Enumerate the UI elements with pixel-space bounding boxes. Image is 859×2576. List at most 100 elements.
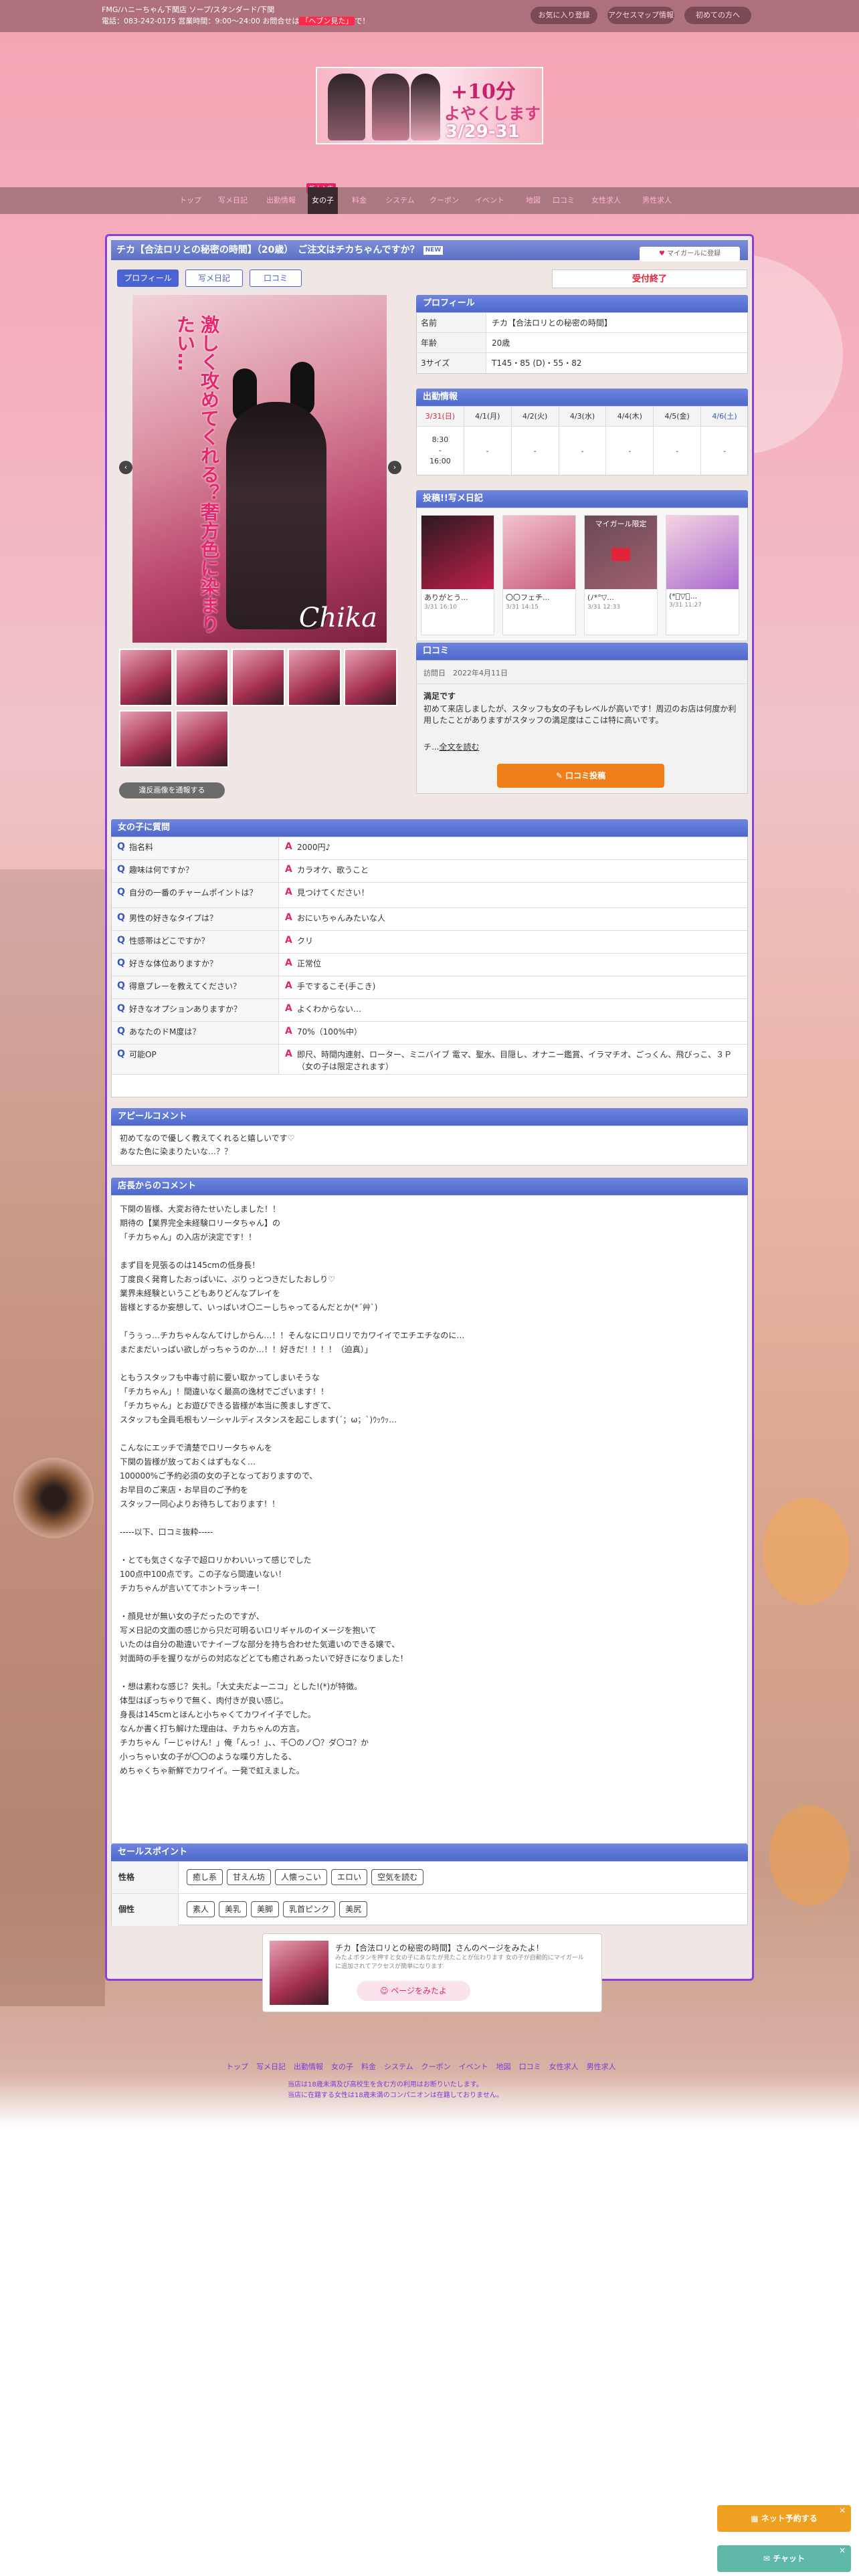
profile-row: 年齢 20歳 <box>417 333 747 353</box>
footer-nav-item[interactable]: クーポン <box>421 2062 451 2071</box>
footer-nav-item[interactable]: システム <box>384 2062 413 2071</box>
add-mygirl-button[interactable]: ♥ マイガールに登録 <box>640 247 740 261</box>
photo-thumbnail[interactable] <box>119 710 173 768</box>
qa-question-text: 男性の好きなタイプは？ <box>129 914 218 923</box>
footer-nav-item[interactable]: 料金 <box>361 2062 376 2071</box>
footer-nav-item[interactable]: 女性求人 <box>549 2062 579 2071</box>
photo-prev-arrow[interactable]: ‹ <box>119 461 132 474</box>
tab-profile[interactable]: プロフィール <box>117 270 179 287</box>
nav-item-price[interactable]: 料金 <box>352 187 367 214</box>
background-balloon-decoration <box>763 1498 850 1605</box>
footer-nav-item[interactable]: 写メ日記 <box>256 2062 286 2071</box>
tab-review[interactable]: 口コミ <box>250 270 302 287</box>
nav-item-map[interactable]: 地図 <box>526 187 541 214</box>
diary-post[interactable]: ありがとう... 3/31 16:10 <box>421 515 494 635</box>
top-info-bar: FMG/ハニーちゃん下関店 ソープ/スタンダード/下関 電話：083-242-0… <box>0 0 859 32</box>
sales-chip: 人懐っこい <box>275 1869 328 1885</box>
report-image-button[interactable]: 違反画像を通報する <box>119 782 225 798</box>
mygirl-limited-label: マイガール限定 <box>595 520 647 528</box>
favorite-button[interactable]: お気に入り登録 <box>531 7 597 24</box>
footer-notice-line: 当店に在籍する女性は18歳未満のコンパニオンは在籍しておりません。 <box>288 2092 503 2099</box>
net-reserve-button[interactable]: ▦ ネット予約する ✕ <box>717 2505 851 2532</box>
diary-post-title: (*ﾟ▽ﾟ... <box>669 592 697 601</box>
diary-post[interactable]: 〇〇フェチ... 3/31 14:15 <box>502 515 576 635</box>
qa-question-text: 好きな体位ありますか？ <box>129 959 218 968</box>
question-mark-icon: Q <box>117 841 125 852</box>
footer-nav-item[interactable]: イベント <box>459 2062 488 2071</box>
question-mark-icon: Q <box>117 935 125 946</box>
nav-item-female-recruit[interactable]: 女性求人 <box>591 187 621 214</box>
nav-item-girls[interactable]: 女の子 <box>308 187 338 214</box>
read-more-link[interactable]: 全文を読む <box>439 742 479 752</box>
nav-item-schedule[interactable]: 出勤情報 <box>266 187 296 214</box>
nav-item-event[interactable]: イベント <box>475 187 504 214</box>
photo-next-arrow[interactable]: › <box>388 461 401 474</box>
diary-post[interactable]: (*ﾟ▽ﾟ... 3/31 11:27 <box>666 515 739 635</box>
footer-nav-item[interactable]: 男性求人 <box>587 2062 616 2071</box>
access-map-button[interactable]: アクセスマップ情報 <box>607 7 674 24</box>
schedule-day: 4/5(金) <box>654 407 702 427</box>
shop-comment-line <box>120 1666 739 1680</box>
sales-chip: 乳首ピンク <box>283 1901 336 1917</box>
qa-question: Q 好きな体位ありますか？ <box>112 954 279 976</box>
question-mark-icon: Q <box>117 958 125 968</box>
diary-post[interactable]: マイガール限定 (ﾉ*°▽... 3/31 12:33 <box>584 515 658 635</box>
photo-thumbnail[interactable] <box>119 649 173 706</box>
photo-thumbnail[interactable] <box>231 649 285 706</box>
qa-answer: A クリ <box>280 931 749 947</box>
qa-question-text: 得意プレーを教えてください？ <box>129 982 242 991</box>
shop-comment-line: 対面時の手を握りながらの対応などとても癒されあったいで好きになりました！ <box>120 1654 408 1663</box>
nav-item-diary[interactable]: 写メ日記 <box>218 187 248 214</box>
qa-answer: A よくわからない… <box>280 999 749 1015</box>
shop-comment-line: 「チカちゃん」とお遊びできる皆様が本当に羨ましすぎて、 <box>120 1401 336 1410</box>
close-icon[interactable]: ✕ <box>839 2537 846 2564</box>
nav-item-review[interactable]: 口コミ <box>553 187 575 214</box>
shop-comment-line: 期待の【業界完全未経験ロリータちゃん】の <box>120 1218 281 1228</box>
sales-row: 個性 素人 美乳 美脚 乳首ピンク 美尻 <box>112 1894 747 1926</box>
photo-thumbnail[interactable] <box>344 649 397 706</box>
qa-answer-text: 手でするこそ(手こき) <box>297 982 376 991</box>
main-photo[interactable]: 激しく攻めてくれる？奢方色に染まりたい… Chika <box>132 295 387 643</box>
mitayo-box: チカ【合法ロリとの秘密の時間】さんのページをみたよ！ みたよボタンを押すと女の子… <box>262 1933 602 2012</box>
shop-comment-box: 下関の皆様、大変お待たせいたしました！！ 期待の【業界完全未経験ロリータちゃん】の… <box>111 1195 748 1844</box>
footer-nav-item[interactable]: 女の子 <box>331 2062 353 2071</box>
nav-item-top[interactable]: トップ <box>179 187 201 214</box>
answer-mark-icon: A <box>285 887 292 897</box>
nav-item-male-recruit[interactable]: 男性求人 <box>642 187 672 214</box>
qa-row: Q 趣味は何ですか？ A カラオケ、歌うこと <box>112 860 747 883</box>
diary-heading: 投稿!!写メ日記 <box>416 490 748 508</box>
first-time-button[interactable]: 初めての方へ <box>684 7 751 24</box>
calendar-icon: ▦ <box>751 2514 759 2523</box>
footer-nav-item[interactable]: 地図 <box>496 2062 511 2071</box>
visit-label: 訪問日 <box>423 669 446 677</box>
review-visit: 訪問日 2022年4月11日 <box>423 667 508 678</box>
shop-name-line: FMG/ハニーちゃん下関店 ソープ/スタンダード/下関 <box>102 5 275 14</box>
photo-thumbnail[interactable] <box>175 649 229 706</box>
footer-nav-item[interactable]: 口コミ <box>519 2062 541 2071</box>
review-box: 訪問日 2022年4月11日 満足です 初めて来店しましたが、スタッフも女の子も… <box>416 660 748 794</box>
qa-row: Q 好きな体位ありますか？ A 正常位 <box>112 954 747 976</box>
chat-button[interactable]: ✉ チャット ✕ <box>717 2545 851 2572</box>
mitayo-button[interactable]: ☺ ページをみたよ <box>357 1981 470 2001</box>
qa-answer-text: 70%（100%中） <box>297 1027 362 1037</box>
add-mygirl-label: マイガールに登録 <box>667 250 721 257</box>
close-icon[interactable]: ✕ <box>839 2497 846 2524</box>
net-reserve-label: ネット予約する <box>761 2514 818 2523</box>
qa-answer-text: おにいちゃんみたいな人 <box>297 914 386 923</box>
nav-item-coupon[interactable]: クーポン <box>430 187 459 214</box>
photo-thumbnail[interactable] <box>288 649 341 706</box>
footer-nav-item[interactable]: トップ <box>226 2062 248 2071</box>
footer-nav-item[interactable]: 出勤情報 <box>294 2062 323 2071</box>
profile-value: 20歳 <box>492 338 510 348</box>
diary-post-image <box>421 516 494 589</box>
tab-diary[interactable]: 写メ日記 <box>185 270 243 287</box>
nav-item-system[interactable]: システム <box>385 187 415 214</box>
question-mark-icon: Q <box>117 1026 125 1037</box>
photo-thumbnail[interactable] <box>175 710 229 768</box>
schedule-times-row: 8:30 - 16:00- - - - - - <box>417 427 749 476</box>
heart-icon: ♥ <box>658 250 665 257</box>
qa-row: Q 好きなオプションありますか？ A よくわからない… <box>112 999 747 1022</box>
post-review-button[interactable]: ✎ 口コミ投稿 <box>497 764 664 788</box>
schedule-time: - <box>606 427 654 476</box>
event-banner[interactable]: +10分 よやくします 3/29-31 <box>316 67 543 144</box>
